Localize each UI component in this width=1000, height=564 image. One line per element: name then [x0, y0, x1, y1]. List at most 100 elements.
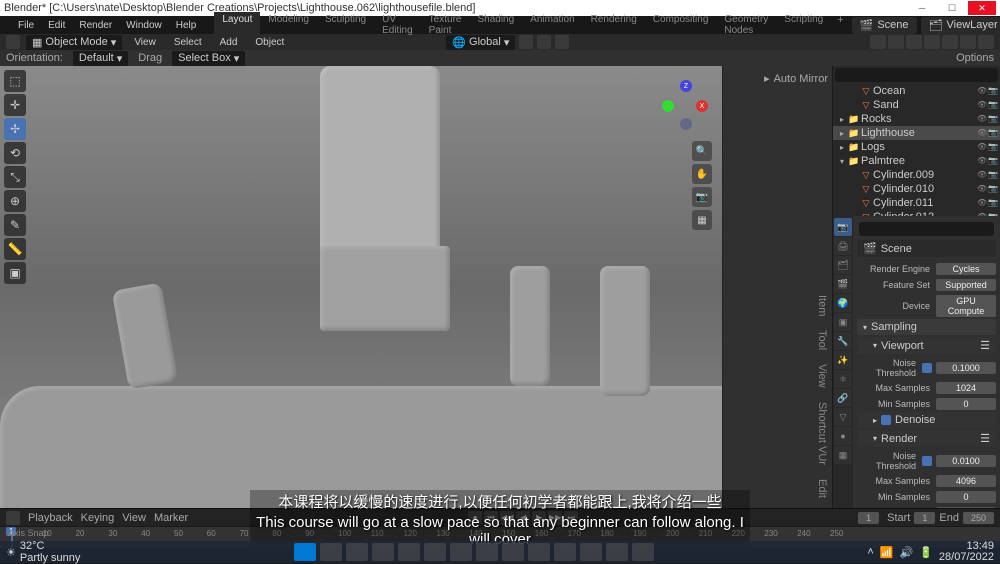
- start-button[interactable]: [294, 543, 316, 561]
- render-vis-icon[interactable]: 📷: [988, 86, 998, 96]
- axis-neg-z[interactable]: [680, 118, 692, 130]
- axis-y[interactable]: [662, 100, 674, 112]
- render-section[interactable]: ▾Render☰: [857, 430, 996, 447]
- viewlayer-selector[interactable]: 🗂 ViewLayer: [921, 17, 1000, 34]
- perspective-icon[interactable]: ▦: [692, 210, 712, 230]
- header-view[interactable]: View: [128, 35, 162, 50]
- render-vis-icon[interactable]: 📷: [988, 100, 998, 110]
- prop-tab-texture[interactable]: ▦: [834, 446, 852, 464]
- prop-tab-output[interactable]: 🖨: [834, 237, 852, 255]
- outliner-item[interactable]: ▸ 📁 Logs 👁 📷: [833, 140, 1000, 154]
- end-frame[interactable]: 250: [963, 512, 994, 524]
- side-tab-tool[interactable]: Tool: [725, 326, 830, 354]
- scale-tool[interactable]: ⤡: [4, 166, 26, 188]
- shading-solid[interactable]: [942, 35, 958, 49]
- keying-menu[interactable]: Keying: [81, 512, 115, 524]
- visibility-icon[interactable]: 👁: [977, 142, 987, 152]
- vp-max-samples[interactable]: 1024: [936, 382, 996, 394]
- header-select[interactable]: Select: [168, 35, 208, 50]
- axis-x[interactable]: X: [696, 100, 708, 112]
- taskbar-weather[interactable]: ☀ 32°C Partly sunny: [6, 540, 80, 564]
- visibility-icon[interactable]: 👁: [977, 198, 987, 208]
- app-icon[interactable]: [632, 543, 654, 561]
- side-tab-view[interactable]: View: [725, 360, 830, 392]
- tab-scripting[interactable]: Scripting: [776, 12, 831, 38]
- select-box-tool[interactable]: ⬚: [4, 70, 26, 92]
- taskbar-clock[interactable]: 13:49 28/07/2022: [939, 541, 994, 563]
- prop-tab-material[interactable]: ●: [834, 427, 852, 445]
- transform-tool[interactable]: ⊕: [4, 190, 26, 212]
- app-icon[interactable]: [450, 543, 472, 561]
- measure-tool[interactable]: 📏: [4, 238, 26, 260]
- overlay-toggle[interactable]: [888, 35, 904, 49]
- render-max-samples[interactable]: 4096: [936, 475, 996, 487]
- current-frame[interactable]: 1: [858, 512, 879, 524]
- menu-help[interactable]: Help: [170, 18, 203, 33]
- prop-tab-constraint[interactable]: 🔗: [834, 389, 852, 407]
- preset-icon[interactable]: ☰: [980, 432, 990, 445]
- app-icon[interactable]: [424, 543, 446, 561]
- header-object[interactable]: Object: [249, 35, 290, 50]
- menu-file[interactable]: File: [12, 18, 40, 33]
- tab-add-button[interactable]: +: [831, 12, 849, 38]
- outliner-item[interactable]: ▽ Cylinder.010 👁 📷: [833, 182, 1000, 196]
- start-frame[interactable]: 1: [914, 512, 935, 524]
- outliner-item[interactable]: ▾ 📁 Palmtree 👁 📷: [833, 154, 1000, 168]
- noise-threshold-check[interactable]: [922, 363, 932, 373]
- prop-tab-world[interactable]: 🌍: [834, 294, 852, 312]
- outliner-item[interactable]: ▸ 📁 Rocks 👁 📷: [833, 112, 1000, 126]
- prop-tab-render[interactable]: 📷: [834, 218, 852, 236]
- tab-compositing[interactable]: Compositing: [645, 12, 717, 38]
- prop-tab-scene[interactable]: 🎬: [834, 275, 852, 293]
- denoise-viewport-section[interactable]: ▸Denoise: [857, 412, 996, 428]
- close-button[interactable]: ✕: [968, 1, 996, 15]
- playback-menu[interactable]: Playback: [28, 512, 73, 524]
- render-vis-icon[interactable]: 📷: [988, 156, 998, 166]
- expand-icon[interactable]: ▸: [837, 129, 847, 138]
- render-noise-check[interactable]: [922, 456, 932, 466]
- render-noise-threshold[interactable]: 0.0100: [936, 455, 996, 467]
- shading-wireframe[interactable]: [924, 35, 940, 49]
- expand-icon[interactable]: ▸: [837, 143, 847, 152]
- prop-tab-object[interactable]: ▣: [834, 313, 852, 331]
- tab-uv-editing[interactable]: UV Editing: [374, 12, 421, 38]
- expand-icon[interactable]: ▾: [837, 157, 847, 166]
- render-vis-icon[interactable]: 📷: [988, 184, 998, 194]
- xray-toggle[interactable]: [906, 35, 922, 49]
- mode-dropdown[interactable]: ▦ Object Mode ▾: [26, 35, 122, 50]
- maximize-button[interactable]: ☐: [938, 1, 966, 15]
- menu-edit[interactable]: Edit: [42, 18, 71, 33]
- prop-tab-physics[interactable]: ⚛: [834, 370, 852, 388]
- edge-icon[interactable]: [398, 543, 420, 561]
- app-icon[interactable]: [554, 543, 576, 561]
- camera-icon[interactable]: 📷: [692, 187, 712, 207]
- properties-search[interactable]: [859, 222, 994, 236]
- render-engine-value[interactable]: Cycles: [936, 263, 996, 275]
- rotate-tool[interactable]: ⟲: [4, 142, 26, 164]
- visibility-icon[interactable]: 👁: [977, 170, 987, 180]
- prop-tab-viewlayer[interactable]: 🗂: [834, 256, 852, 274]
- move-tool[interactable]: ✢: [4, 118, 26, 140]
- orientation-dropdown[interactable]: Default ▾: [73, 51, 128, 66]
- menu-render[interactable]: Render: [73, 18, 118, 33]
- prop-tab-modifier[interactable]: 🔧: [834, 332, 852, 350]
- tab-rendering[interactable]: Rendering: [583, 12, 645, 38]
- snap-icon[interactable]: [537, 35, 551, 49]
- marker-menu[interactable]: Marker: [154, 512, 188, 524]
- expand-icon[interactable]: ▸: [837, 115, 847, 124]
- pivot-icon[interactable]: [519, 35, 533, 49]
- feature-set-value[interactable]: Supported: [936, 279, 996, 291]
- render-vis-icon[interactable]: 📷: [988, 170, 998, 180]
- proportional-icon[interactable]: [555, 35, 569, 49]
- tray-chevron-icon[interactable]: ˄: [867, 546, 873, 558]
- preset-icon[interactable]: ☰: [980, 339, 990, 352]
- outliner-item[interactable]: ▸ 📁 Lighthouse 👁 📷: [833, 126, 1000, 140]
- prop-tab-particle[interactable]: ✨: [834, 351, 852, 369]
- visibility-icon[interactable]: 👁: [977, 100, 987, 110]
- add-cube-tool[interactable]: ▣: [4, 262, 26, 284]
- visibility-icon[interactable]: 👁: [977, 184, 987, 194]
- vp-min-samples[interactable]: 0: [936, 398, 996, 410]
- minimize-button[interactable]: ─: [908, 1, 936, 15]
- task-view-icon[interactable]: [346, 543, 368, 561]
- visibility-icon[interactable]: 👁: [977, 156, 987, 166]
